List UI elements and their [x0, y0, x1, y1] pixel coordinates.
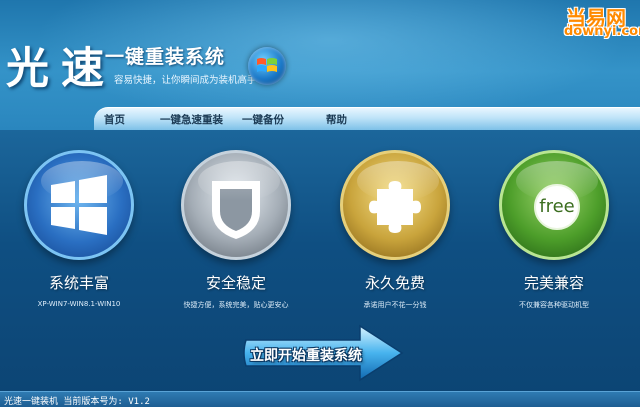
nav-item-help[interactable]: 帮助 [326, 112, 347, 127]
logo-domain: downyi.com [564, 24, 640, 39]
status-bar: 光速一键装机 当前版本号为: V1.2 [0, 391, 640, 407]
nav-item-backup[interactable]: 一键备份 [242, 112, 284, 127]
nav-item-home[interactable]: 首页 [104, 112, 125, 127]
slogan: 容易快捷，让你瞬间成为装机高手 [114, 75, 257, 86]
start-reinstall-button[interactable]: 立即开始重装系统 [242, 322, 406, 384]
brand-subtitle: 一键重装系统 [105, 46, 226, 68]
nav-item-reinstall[interactable]: 一键急速重装 [160, 112, 223, 127]
app-window: 光速 一键重装系统 容易快捷，让你瞬间成为装机高手 当易网 downyi.com… [0, 0, 640, 407]
feature-title: 永久免费 [364, 274, 425, 292]
site-logo: 当易网 downyi.com [562, 2, 640, 42]
puzzle-icon [340, 150, 450, 260]
free-badge-icon: free [499, 150, 609, 260]
feature-title: 完美兼容 [523, 274, 584, 292]
windows-orb-icon [248, 47, 286, 85]
version-status: 光速一键装机 当前版本号为: V1.2 [4, 397, 150, 407]
feature-desc: 承诺用户不花一分钱 [363, 301, 427, 309]
windows-logo-icon [24, 150, 134, 260]
shield-icon [181, 150, 291, 260]
feature-desc: 不仅兼容各种驱动机型 [519, 301, 589, 309]
header: 光速 一键重装系统 容易快捷，让你瞬间成为装机高手 当易网 downyi.com… [0, 0, 640, 130]
start-button-label: 立即开始重装系统 [250, 348, 362, 364]
feature-desc: XP-WIN7-WIN8.1-WIN10 [37, 300, 121, 308]
feature-title: 系统丰富 [48, 274, 109, 292]
feature-title: 安全稳定 [205, 274, 266, 292]
brand-title: 光速 [6, 44, 116, 94]
free-badge: free [534, 184, 580, 230]
nav-bar: 首页 一键急速重装 一键备份 帮助 [94, 107, 640, 130]
feature-desc: 快捷方便，系统完美，贴心更安心 [183, 301, 289, 309]
